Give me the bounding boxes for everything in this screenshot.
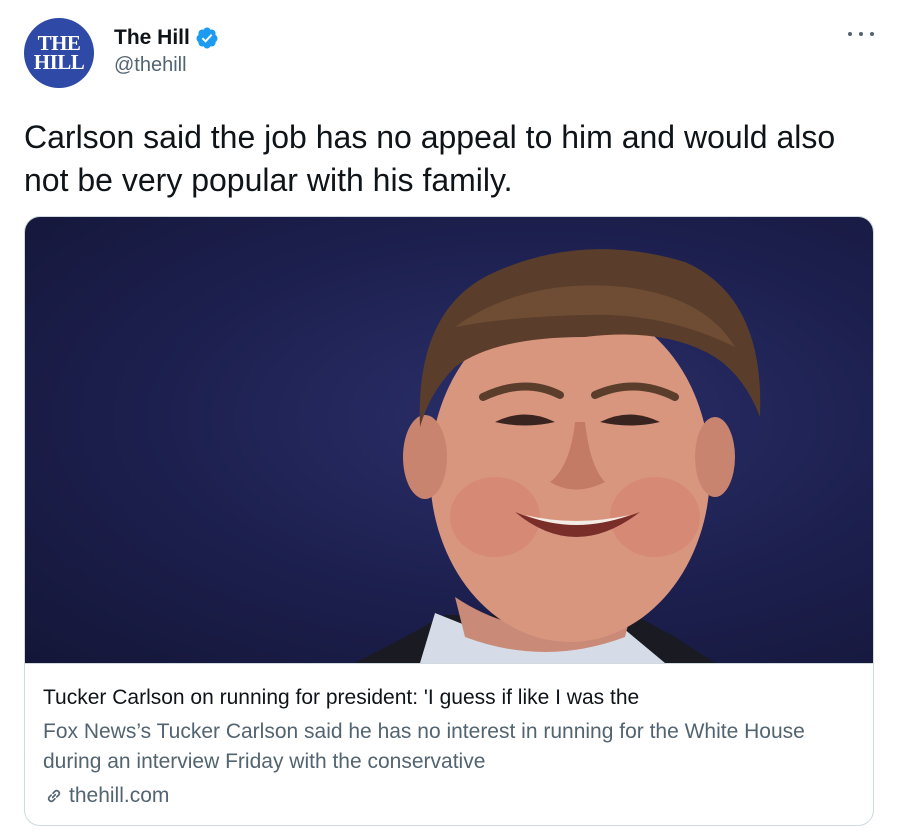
link-icon (47, 789, 61, 803)
verified-badge-icon (196, 27, 218, 49)
avatar[interactable]: THE HILL (24, 18, 94, 88)
card-title: Tucker Carlson on running for president:… (43, 686, 640, 709)
tweet: THE HILL The Hill @thehill Carlson said … (0, 0, 900, 835)
avatar-text-line2: HILL (33, 50, 85, 74)
card-domain: thehill.com (43, 781, 855, 811)
card-body: Tucker Carlson on running for president:… (43, 683, 855, 811)
name-row: The Hill (114, 24, 219, 52)
card-domain-text: thehill.com (69, 784, 170, 807)
link-card[interactable]: Tucker Carlson on running for president:… (24, 216, 874, 826)
tweet-text: Carlson said the job has no appeal to hi… (24, 119, 836, 198)
more-dot (848, 32, 852, 36)
more-dot (870, 32, 874, 36)
more-options-icon[interactable] (848, 24, 874, 44)
card-description: Fox News’s Tucker Carlson said he has no… (43, 720, 805, 773)
handle[interactable]: @thehill (114, 54, 219, 77)
card-image[interactable] (25, 217, 873, 664)
display-name[interactable]: The Hill (114, 26, 190, 50)
card-photo (355, 249, 761, 663)
author-info: The Hill @thehill (114, 24, 219, 77)
more-dot (859, 32, 863, 36)
